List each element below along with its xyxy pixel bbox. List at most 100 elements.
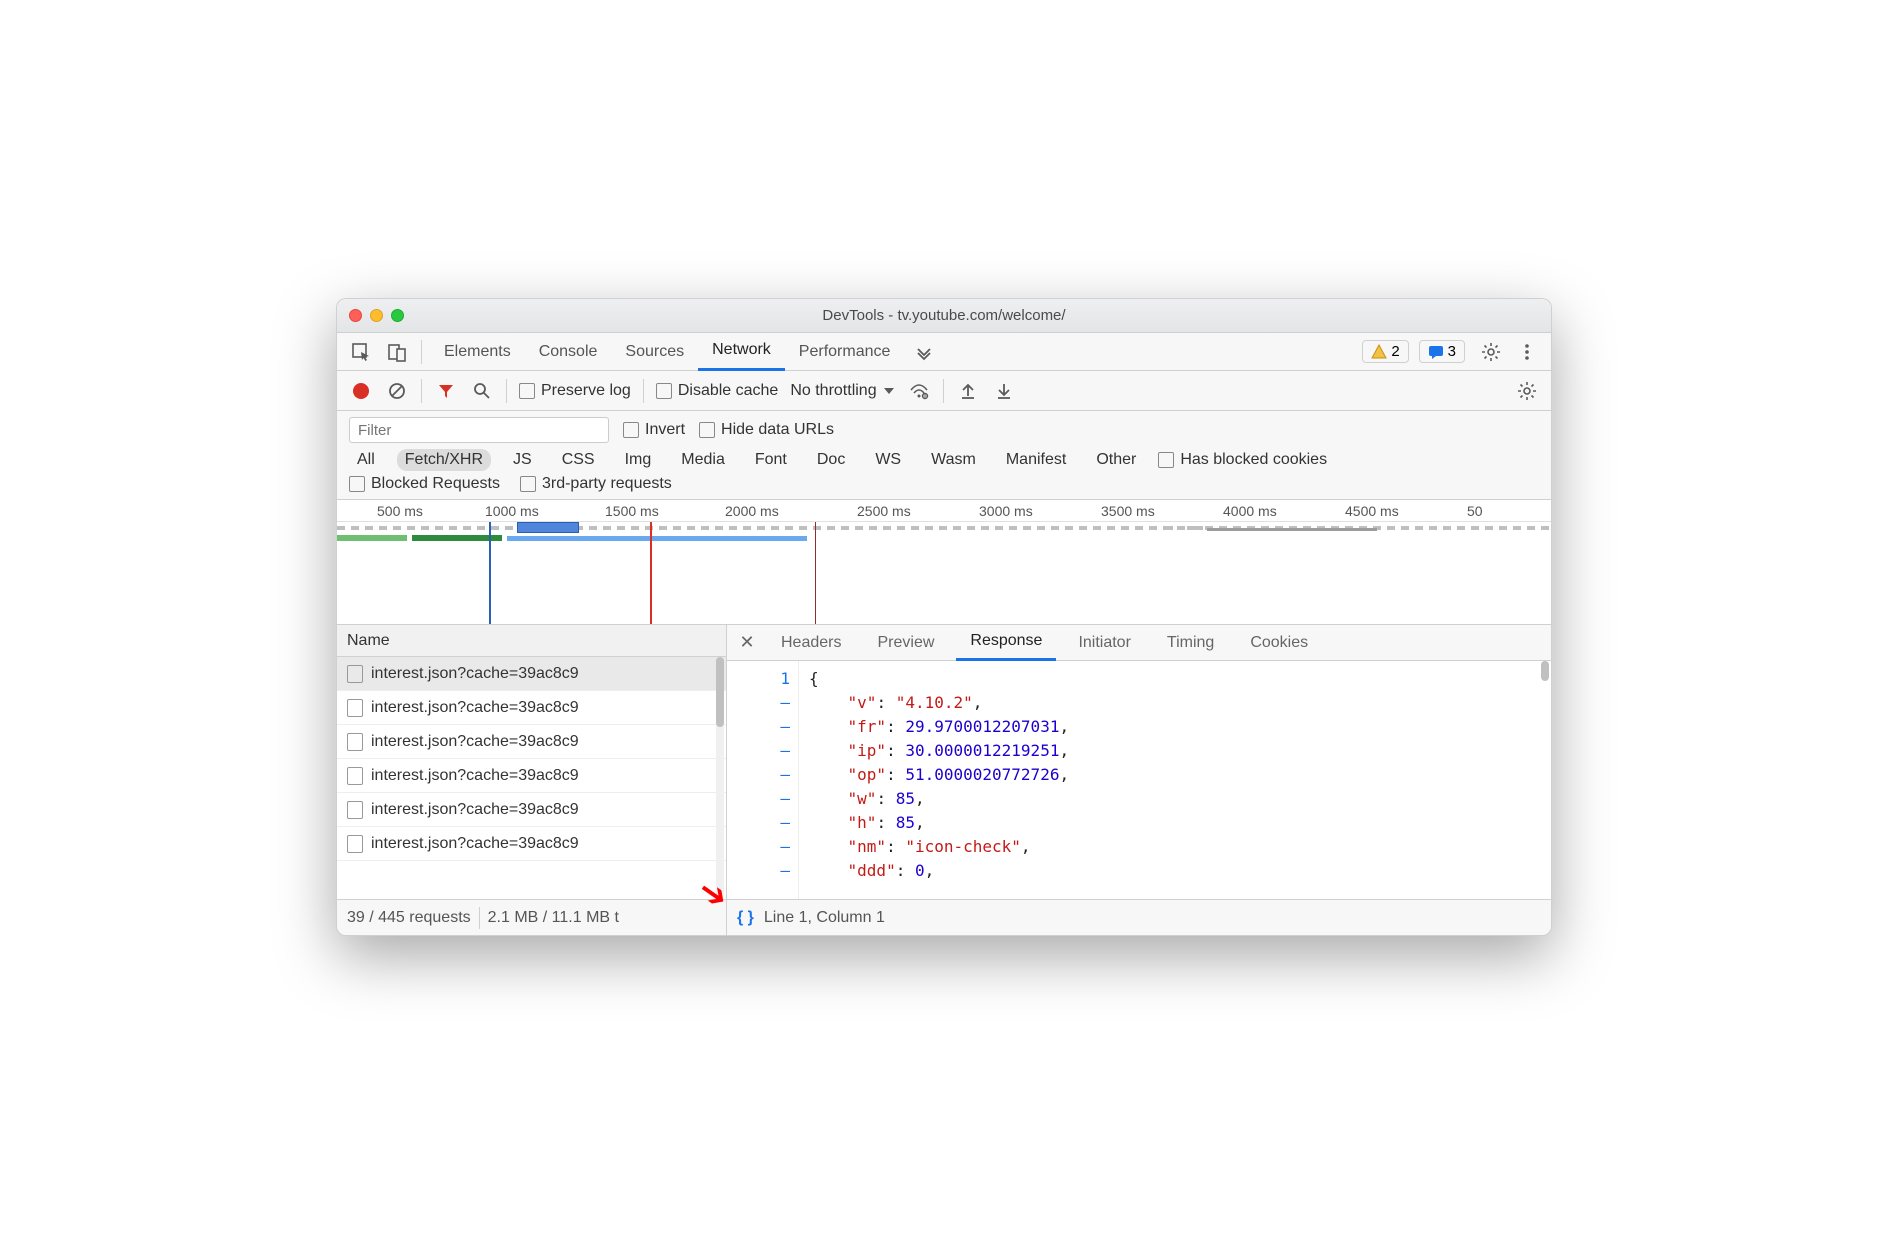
file-icon — [347, 699, 363, 717]
fold-icon[interactable]: – — [735, 787, 790, 811]
divider — [943, 379, 944, 403]
filter-wasm[interactable]: Wasm — [923, 449, 984, 471]
fold-icon[interactable]: – — [735, 715, 790, 739]
network-gear-icon[interactable] — [1515, 379, 1539, 403]
timeline-marker — [650, 522, 652, 624]
request-row[interactable]: interest.json?cache=39ac8c9 — [337, 759, 726, 793]
tab-performance[interactable]: Performance — [785, 333, 905, 371]
file-icon — [347, 767, 363, 785]
dtab-cookies[interactable]: Cookies — [1236, 625, 1322, 661]
preserve-log-checkbox[interactable]: Preserve log — [519, 382, 631, 400]
file-icon — [347, 801, 363, 819]
warnings-count: 2 — [1391, 343, 1399, 360]
pretty-print-button[interactable]: { } — [737, 909, 754, 927]
filter-input[interactable] — [349, 417, 609, 443]
request-row[interactable]: interest.json?cache=39ac8c9 — [337, 827, 726, 861]
filter-img[interactable]: Img — [617, 449, 660, 471]
warnings-badge[interactable]: 2 — [1362, 340, 1408, 363]
response-body[interactable]: 1 – – – – – – – – { "v": "4.10.2", "fr":… — [727, 661, 1551, 899]
request-row[interactable]: interest.json?cache=39ac8c9 — [337, 691, 726, 725]
cursor-position: Line 1, Column 1 — [764, 909, 885, 927]
fold-icon[interactable]: – — [735, 739, 790, 763]
tick: 3500 ms — [1101, 503, 1223, 519]
request-name: interest.json?cache=39ac8c9 — [371, 801, 579, 819]
detail-pane: ✕ Headers Preview Response Initiator Tim… — [727, 625, 1551, 899]
has-blocked-cookies-checkbox[interactable]: Has blocked cookies — [1158, 451, 1327, 469]
filter-css[interactable]: CSS — [554, 449, 603, 471]
tick: 2000 ms — [725, 503, 857, 519]
request-list-pane: Name interest.json?cache=39ac8c9 interes… — [337, 625, 727, 899]
kebab-menu-icon[interactable] — [1511, 336, 1543, 368]
tab-sources[interactable]: Sources — [611, 333, 698, 371]
filter-doc[interactable]: Doc — [809, 449, 853, 471]
gear-icon[interactable] — [1475, 336, 1507, 368]
close-detail-icon[interactable]: ✕ — [735, 631, 759, 655]
tick: 1500 ms — [605, 503, 725, 519]
dtab-headers[interactable]: Headers — [767, 625, 855, 661]
requests-count: 39 / 445 requests — [347, 909, 471, 927]
fold-icon[interactable]: – — [735, 859, 790, 883]
blocked-requests-checkbox[interactable]: Blocked Requests — [349, 475, 500, 493]
tick: 3000 ms — [979, 503, 1101, 519]
dtab-timing[interactable]: Timing — [1153, 625, 1228, 661]
request-row[interactable]: interest.json?cache=39ac8c9 — [337, 793, 726, 827]
tab-console[interactable]: Console — [525, 333, 612, 371]
clear-icon[interactable] — [385, 379, 409, 403]
dtab-preview[interactable]: Preview — [863, 625, 948, 661]
filter-font[interactable]: Font — [747, 449, 795, 471]
scrollbar-thumb[interactable] — [1541, 661, 1549, 681]
fold-icon[interactable]: – — [735, 835, 790, 859]
timeline-graph[interactable] — [337, 522, 1551, 624]
request-list: interest.json?cache=39ac8c9 interest.jso… — [337, 657, 726, 899]
third-party-checkbox[interactable]: 3rd-party requests — [520, 475, 672, 493]
throttling-select[interactable]: No throttling — [790, 382, 894, 400]
fold-icon[interactable]: – — [735, 691, 790, 715]
upload-har-icon[interactable] — [956, 379, 980, 403]
tab-network[interactable]: Network — [698, 333, 785, 371]
filter-other[interactable]: Other — [1088, 449, 1144, 471]
code-content: { "v": "4.10.2", "fr": 29.9700012207031,… — [799, 661, 1079, 899]
filter-all[interactable]: All — [349, 449, 383, 471]
more-tabs-icon[interactable] — [908, 336, 940, 368]
status-left: 39 / 445 requests 2.1 MB / 11.1 MB t — [337, 900, 727, 935]
dtab-response[interactable]: Response — [956, 625, 1056, 661]
request-name: interest.json?cache=39ac8c9 — [371, 699, 579, 717]
network-conditions-icon[interactable] — [907, 379, 931, 403]
fold-icon[interactable]: – — [735, 763, 790, 787]
tick: 50 — [1467, 503, 1483, 519]
search-icon[interactable] — [470, 379, 494, 403]
scrollbar-thumb[interactable] — [716, 657, 724, 727]
timeline-marker — [815, 522, 816, 624]
tab-elements[interactable]: Elements — [430, 333, 525, 371]
dtab-initiator[interactable]: Initiator — [1064, 625, 1144, 661]
divider — [421, 379, 422, 403]
fold-icon[interactable]: – — [735, 811, 790, 835]
disable-cache-checkbox[interactable]: Disable cache — [656, 382, 779, 400]
device-toolbar-icon[interactable] — [381, 336, 413, 368]
filter-icon[interactable] — [434, 379, 458, 403]
scrollbar[interactable] — [716, 657, 724, 899]
filter-media[interactable]: Media — [673, 449, 733, 471]
file-icon — [347, 665, 363, 683]
request-row[interactable]: interest.json?cache=39ac8c9 — [337, 725, 726, 759]
filter-ws[interactable]: WS — [867, 449, 909, 471]
timeline-ruler: 500 ms 1000 ms 1500 ms 2000 ms 2500 ms 3… — [337, 500, 1551, 522]
divider — [479, 907, 480, 929]
invert-checkbox[interactable]: Invert — [623, 421, 685, 439]
download-har-icon[interactable] — [992, 379, 1016, 403]
filter-js[interactable]: JS — [505, 449, 540, 471]
filter-manifest[interactable]: Manifest — [998, 449, 1074, 471]
record-button[interactable] — [349, 379, 373, 403]
request-row[interactable]: interest.json?cache=39ac8c9 — [337, 657, 726, 691]
timeline-selection[interactable] — [517, 522, 579, 533]
inspect-element-icon[interactable] — [345, 336, 377, 368]
message-icon — [1428, 344, 1444, 360]
divider — [643, 379, 644, 403]
hide-data-urls-checkbox[interactable]: Hide data URLs — [699, 421, 834, 439]
name-column-header[interactable]: Name — [337, 625, 726, 657]
filter-fetchxhr[interactable]: Fetch/XHR — [397, 449, 491, 471]
timeline-bar — [1167, 526, 1207, 530]
messages-badge[interactable]: 3 — [1419, 340, 1465, 363]
timeline[interactable]: 500 ms 1000 ms 1500 ms 2000 ms 2500 ms 3… — [337, 500, 1551, 625]
file-icon — [347, 835, 363, 853]
